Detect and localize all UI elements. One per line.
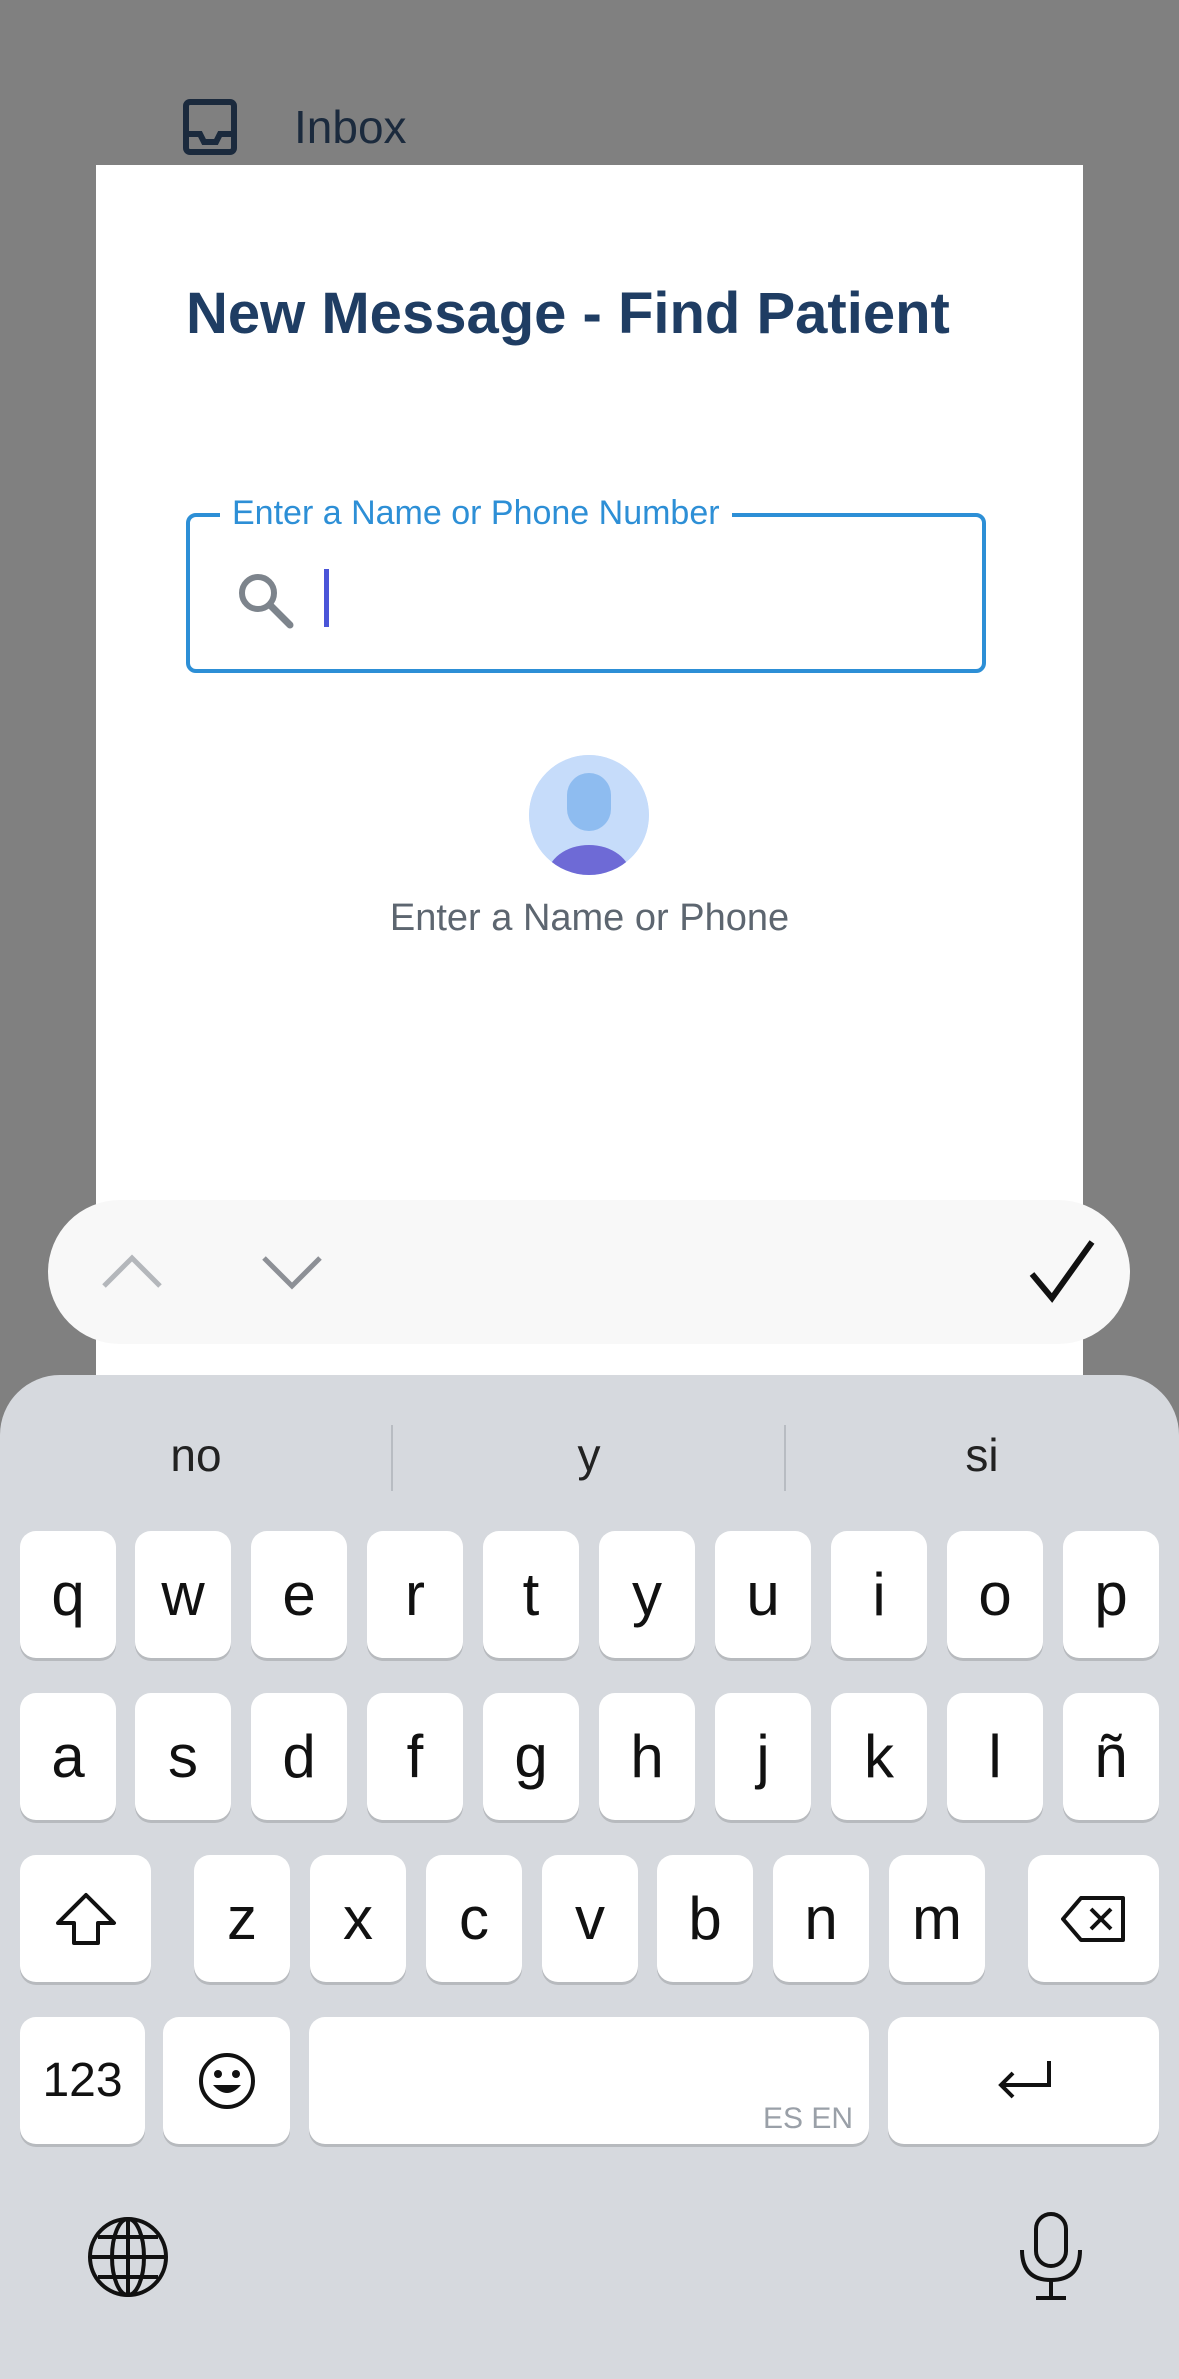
shift-key[interactable] xyxy=(20,1855,151,1982)
chevron-up-icon[interactable] xyxy=(90,1230,174,1314)
key[interactable]: e xyxy=(251,1531,347,1658)
key[interactable]: t xyxy=(483,1531,579,1658)
space-key[interactable]: ES EN xyxy=(309,2017,869,2144)
numbers-key[interactable]: 123 xyxy=(20,2017,145,2144)
suggestion-item[interactable]: no xyxy=(0,1415,392,1495)
patient-search-input[interactable]: Enter a Name or Phone Number xyxy=(186,493,986,673)
key[interactable]: u xyxy=(715,1531,811,1658)
search-input-label: Enter a Name or Phone Number xyxy=(220,493,732,533)
key[interactable]: o xyxy=(947,1531,1043,1658)
key[interactable]: c xyxy=(426,1855,522,1982)
key[interactable]: i xyxy=(831,1531,927,1658)
inbox-icon xyxy=(183,99,237,155)
key[interactable]: r xyxy=(367,1531,463,1658)
suggestion-item[interactable]: y xyxy=(393,1415,785,1495)
emoji-key[interactable] xyxy=(163,2017,290,2144)
key[interactable]: m xyxy=(889,1855,985,1982)
key[interactable]: d xyxy=(251,1693,347,1820)
key[interactable]: z xyxy=(194,1855,290,1982)
key[interactable]: h xyxy=(599,1693,695,1820)
search-icon xyxy=(239,574,294,629)
globe-icon[interactable] xyxy=(86,2215,170,2299)
inbox-nav-item: Inbox xyxy=(182,98,407,156)
backspace-icon xyxy=(1060,1895,1125,1942)
key[interactable]: w xyxy=(135,1531,231,1658)
chevron-down-icon[interactable] xyxy=(250,1230,334,1314)
key[interactable]: g xyxy=(483,1693,579,1820)
key[interactable]: y xyxy=(599,1531,695,1658)
inbox-label: Inbox xyxy=(294,101,407,153)
avatar-placeholder-icon xyxy=(529,755,649,875)
keyboard-accessory-bar xyxy=(48,1200,1130,1344)
key[interactable]: ñ xyxy=(1063,1693,1159,1820)
return-icon xyxy=(997,2060,1051,2098)
key[interactable]: f xyxy=(367,1693,463,1820)
key[interactable]: x xyxy=(310,1855,406,1982)
shift-icon xyxy=(55,1892,116,1945)
empty-state-text: Enter a Name or Phone xyxy=(389,897,790,939)
key[interactable]: k xyxy=(831,1693,927,1820)
key[interactable]: j xyxy=(715,1693,811,1820)
checkmark-done-icon[interactable] xyxy=(1020,1230,1104,1314)
key[interactable]: b xyxy=(657,1855,753,1982)
key[interactable]: s xyxy=(135,1693,231,1820)
key[interactable]: l xyxy=(947,1693,1043,1820)
return-key[interactable] xyxy=(888,2017,1159,2144)
key[interactable]: p xyxy=(1063,1531,1159,1658)
microphone-icon[interactable] xyxy=(1012,2210,1090,2302)
suggestion-bar: no y si xyxy=(0,1415,1179,1495)
suggestion-item[interactable]: si xyxy=(786,1415,1178,1495)
dialog-title: New Message - Find Patient xyxy=(186,281,950,346)
key[interactable]: n xyxy=(773,1855,869,1982)
key[interactable]: q xyxy=(20,1531,116,1658)
emoji-icon xyxy=(198,2052,255,2109)
key[interactable]: v xyxy=(542,1855,638,1982)
language-hint: ES EN xyxy=(762,2102,853,2135)
key[interactable]: a xyxy=(20,1693,116,1820)
backspace-key[interactable] xyxy=(1028,1855,1159,1982)
text-cursor xyxy=(324,569,329,627)
